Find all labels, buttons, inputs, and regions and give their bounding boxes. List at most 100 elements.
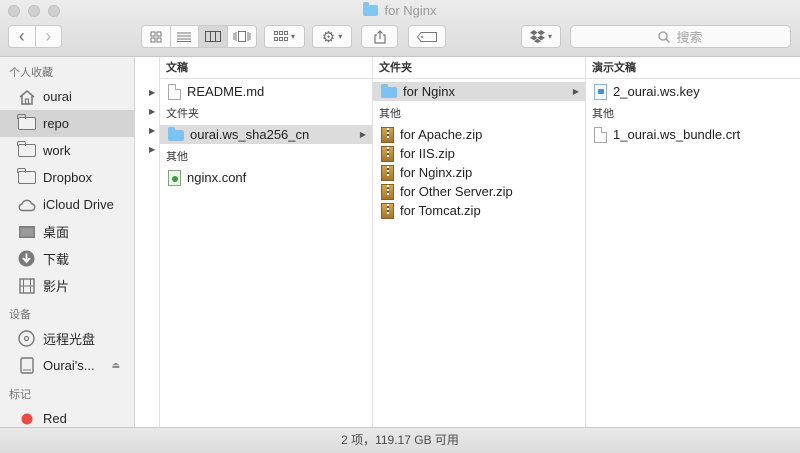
file-row-2-ourai-ws-key[interactable]: 2_ourai.ws.key: [586, 82, 800, 101]
cloud-icon: [17, 196, 36, 213]
sidebar: 个人收藏 ourai repo work Dropbox iCloud Driv…: [0, 57, 135, 427]
group-label: 文件夹: [166, 108, 199, 120]
sidebar-item-remote-disc[interactable]: 远程光盘: [0, 325, 134, 352]
zip-archive-icon: [381, 183, 394, 200]
file-name: for Nginx.zip: [400, 165, 473, 180]
sidebar-item-label: 下载: [43, 252, 70, 267]
previous-column-strip[interactable]: ▶ ▶ ▶ ▶: [135, 57, 160, 427]
sidebar-item-work[interactable]: work: [0, 137, 134, 164]
folder-icon: [17, 114, 36, 132]
file-name: for Apache.zip: [400, 127, 483, 142]
sidebar-item-label: Dropbox: [43, 170, 93, 185]
film-icon: [17, 277, 36, 294]
column-header: 文稿: [160, 57, 372, 79]
nav-buttons: ‹ ›: [8, 25, 62, 48]
sidebar-item-downloads[interactable]: 下载: [0, 245, 134, 272]
sidebar-item-ourai-drive[interactable]: Ourai's... ⏏: [0, 352, 134, 379]
sidebar-item-tag-red[interactable]: Red: [0, 405, 134, 427]
file-row-ourai-ws-sha256-cn[interactable]: ourai.ws_sha256_cn ▶: [160, 125, 372, 144]
search-icon: [658, 30, 671, 43]
file-row-for-tomcat-zip[interactable]: for Tomcat.zip: [373, 201, 585, 220]
sidebar-section-tags: 标记: [9, 389, 31, 401]
column-1: 文稿 README.md 文件夹 ourai.ws_sha256_cn ▶ 其他…: [160, 57, 373, 427]
sidebar-item-label: work: [43, 143, 71, 158]
tags-button[interactable]: [408, 25, 446, 48]
group-label: 其他: [592, 108, 614, 120]
sidebar-section-devices: 设备: [9, 309, 31, 321]
group-label: 其他: [166, 151, 188, 163]
back-button[interactable]: ‹: [9, 26, 36, 47]
sidebar-item-label: 影片: [43, 279, 70, 294]
file-row-readme[interactable]: README.md: [160, 82, 372, 101]
file-row-for-nginx[interactable]: for Nginx ▶: [373, 82, 585, 101]
cover-flow-button[interactable]: [228, 26, 256, 47]
sidebar-item-repo[interactable]: repo: [0, 110, 134, 137]
column-3: 演示文稿 2_ourai.ws.key 其他 1_ourai.ws_bundle…: [586, 57, 800, 427]
config-file-icon: [168, 169, 181, 186]
column-header: 文件夹: [373, 57, 585, 79]
disclosure-triangle-icon: ▶: [149, 107, 156, 116]
sidebar-item-movies[interactable]: 影片: [0, 272, 134, 299]
sidebar-item-desktop[interactable]: 桌面: [0, 218, 134, 245]
file-row-1-ourai-ws-bundle-crt[interactable]: 1_ourai.ws_bundle.crt: [586, 125, 800, 144]
eject-icon[interactable]: ⏏: [111, 360, 120, 371]
gear-icon: ⚙: [321, 28, 336, 46]
document-icon: [594, 126, 607, 143]
toolbar: for Nginx ‹ › ▾ ⚙ ▾ ▾ 搜索: [0, 0, 800, 57]
list-view-button[interactable]: [171, 26, 199, 47]
folder-icon: [17, 141, 36, 159]
file-name: for IIS.zip: [400, 146, 455, 161]
icon-view-button[interactable]: [142, 26, 171, 47]
folder-icon: [17, 168, 36, 186]
zip-archive-icon: [381, 126, 394, 143]
column-view-button[interactable]: [199, 26, 228, 47]
file-row-nginx-conf[interactable]: nginx.conf: [160, 168, 372, 187]
desktop-icon: [17, 223, 36, 240]
file-row-for-other-server-zip[interactable]: for Other Server.zip: [373, 182, 585, 201]
tag-icon: [417, 31, 437, 42]
group-label: 其他: [379, 108, 401, 120]
chevron-down-icon: ▾: [338, 32, 343, 41]
file-name: 1_ourai.ws_bundle.crt: [613, 127, 741, 142]
forward-button[interactable]: ›: [36, 26, 62, 47]
sidebar-item-label: iCloud Drive: [43, 197, 114, 212]
file-name: for Nginx: [403, 84, 456, 99]
disclosure-triangle-icon: ▶: [149, 145, 156, 154]
columns-icon: [204, 31, 221, 42]
arrange-button[interactable]: ▾: [264, 25, 305, 48]
list-icon: [177, 32, 192, 42]
sidebar-item-label: 桌面: [43, 225, 70, 240]
sidebar-item-label: Ourai's...: [43, 358, 95, 373]
window-title: for Nginx: [0, 2, 800, 18]
column-header: 演示文稿: [586, 57, 800, 79]
file-name: nginx.conf: [187, 170, 247, 185]
sidebar-item-ourai[interactable]: ourai: [0, 83, 134, 110]
sidebar-item-dropbox[interactable]: Dropbox: [0, 164, 134, 191]
file-name: README.md: [187, 84, 265, 99]
grid-icon: [150, 31, 162, 42]
zip-archive-icon: [381, 145, 394, 162]
sidebar-section-favorites: 个人收藏: [9, 67, 53, 79]
file-row-for-apache-zip[interactable]: for Apache.zip: [373, 125, 585, 144]
action-button[interactable]: ⚙ ▾: [312, 25, 352, 48]
home-icon: [17, 88, 36, 105]
dropbox-button[interactable]: ▾: [521, 25, 561, 48]
file-row-for-nginx-zip[interactable]: for Nginx.zip: [373, 163, 585, 182]
search-placeholder: 搜索: [676, 30, 703, 45]
sidebar-item-label: repo: [43, 116, 70, 131]
file-row-for-iis-zip[interactable]: for IIS.zip: [373, 144, 585, 163]
search-field[interactable]: 搜索: [570, 25, 791, 48]
share-button[interactable]: [361, 25, 398, 48]
disclosure-triangle-icon: ▶: [149, 126, 156, 135]
disc-icon: [17, 330, 36, 347]
chevron-down-icon: ▾: [547, 32, 552, 41]
status-text: 2 项，119.17 GB 可用: [341, 433, 459, 447]
file-name: for Tomcat.zip: [400, 203, 481, 218]
sidebar-item-icloud-drive[interactable]: iCloud Drive: [0, 191, 134, 218]
file-name: 2_ourai.ws.key: [613, 84, 700, 99]
window-title-text: for Nginx: [384, 3, 437, 18]
file-name: ourai.ws_sha256_cn: [190, 127, 310, 142]
document-icon: [168, 83, 181, 100]
disclosure-triangle-icon: ▶: [149, 88, 156, 97]
cover-flow-icon: [233, 31, 251, 42]
